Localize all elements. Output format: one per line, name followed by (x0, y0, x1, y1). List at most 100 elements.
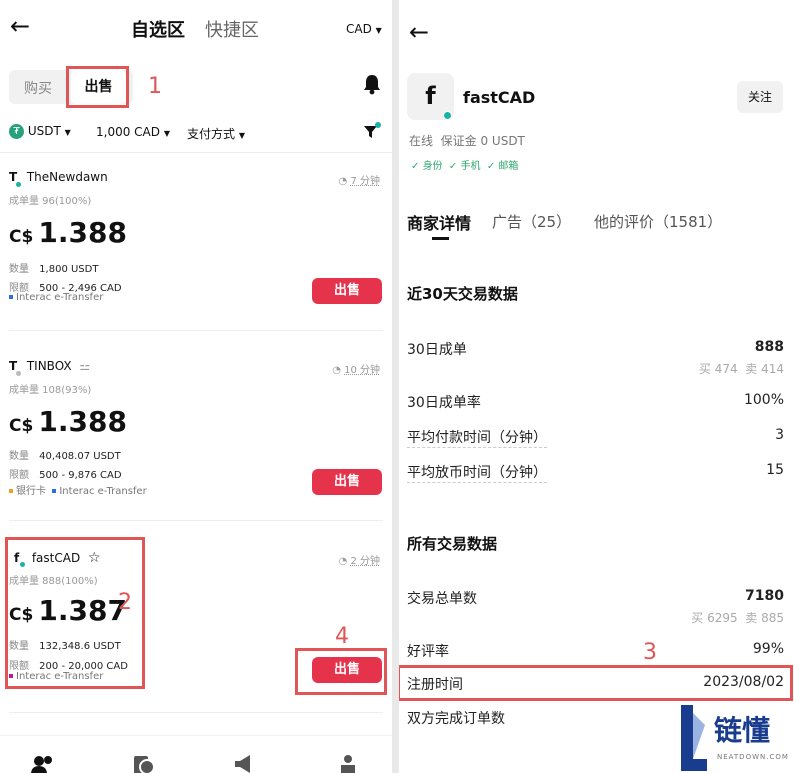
merchant-row: T TheNewdawn (9, 170, 108, 184)
completion-rate-value: 100% (743, 392, 784, 408)
verification-phone: 手机 (460, 161, 481, 172)
active-tab-indicator (432, 237, 449, 240)
payment-label: 银行卡 (16, 486, 46, 497)
limit-row: 限额 500 - 9,876 CAD (9, 463, 122, 482)
back-arrow-icon[interactable]: ← (10, 14, 30, 38)
orders-30d-value: 888 (754, 339, 784, 355)
right-screen: ← f fastCAD 关注 在线 保证金 0 USDT ✓ 身份 ✓ 手机 ✓… (399, 0, 794, 773)
back-arrow-icon[interactable]: ← (409, 20, 429, 44)
payment-filter[interactable]: 支付方式 ▼ (187, 125, 245, 142)
avg-release-time-label[interactable]: 平均放币时间（分钟） (407, 462, 547, 483)
mutual-orders-label: 双方完成订单数 (407, 711, 505, 727)
left-screen: ← 自选区 快捷区 CAD ▼ 购买 出售 1 ₮ USDT ▼ 1,000 C… (0, 0, 392, 773)
tab-quick[interactable]: 快捷区 (205, 16, 259, 42)
price-row: C$ 1.388 (9, 405, 127, 438)
avg-release-time-value: 15 (766, 462, 784, 478)
payment-filter-label: 支付方式 (187, 127, 236, 141)
sell-button[interactable]: 出售 (312, 469, 382, 495)
annotation-4: 4 (335, 624, 349, 649)
buy-tab[interactable]: 购买 (24, 78, 52, 98)
buy-count: 买 474 (698, 362, 738, 376)
divider (0, 152, 392, 153)
coin-filter-label: USDT (27, 124, 61, 138)
annotation-2: 2 (118, 590, 132, 615)
caret-down-icon: ▼ (64, 128, 71, 137)
price: 1.388 (38, 216, 127, 249)
megaphone-icon[interactable] (233, 754, 259, 773)
bottom-nav (0, 735, 392, 773)
annotation-3: 3 (643, 640, 657, 665)
verification-row: ✓ 身份 ✓ 手机 ✓ 邮箱 (411, 161, 519, 172)
bell-icon[interactable] (362, 73, 382, 95)
deposit-label: 保证金 0 USDT (440, 134, 525, 148)
caret-down-icon: ▼ (163, 129, 170, 138)
payment-methods: 银行卡 Interac e-Transfer (9, 482, 147, 497)
payment-dot (52, 489, 57, 493)
merchant-name[interactable]: TINBOX (27, 359, 72, 373)
merchant-name[interactable]: TheNewdawn (27, 170, 108, 184)
follow-button[interactable]: 关注 (737, 81, 783, 113)
orders-icon[interactable] (132, 754, 156, 773)
tab-ads[interactable]: 广告（25） (492, 211, 571, 232)
payment-label: Interac e-Transfer (16, 292, 104, 303)
divider (9, 712, 383, 713)
amount-filter-label: 1,000 CAD (96, 125, 160, 139)
quantity-value: 1,800 USDT (39, 264, 99, 275)
highlight-box-1 (66, 66, 129, 108)
orders-30d-breakdown: 买 474 卖 414 (699, 360, 784, 377)
verification-email: 邮箱 (498, 161, 519, 172)
avg-pay-time-label[interactable]: 平均付款时间（分钟） (407, 427, 547, 448)
payment-dot (9, 489, 13, 493)
annotation-1: 1 (148, 74, 162, 99)
payment-label: Interac e-Transfer (59, 486, 147, 497)
time-info: ◔ 2 分钟 (338, 556, 380, 567)
time-info: ◔ 10 分钟 (332, 365, 380, 376)
caret-down-icon: ▼ (238, 131, 245, 140)
registration-date-value: 2023/08/02 (703, 674, 784, 690)
watermark-en: NEATDOWN.COM (717, 753, 789, 761)
filter-icon[interactable] (362, 122, 382, 142)
payment-dot (9, 295, 13, 299)
watermark-logo-icon (681, 705, 707, 771)
quantity-row: 数量 1,800 USDT (9, 257, 98, 276)
watermark: 链懂 NEATDOWN.COM (681, 703, 794, 773)
total-orders-value: 7180 (745, 588, 784, 604)
registration-date-label: 注册时间 (407, 677, 463, 693)
currency-label: CAD (346, 22, 372, 36)
buy-count: 买 6295 (691, 611, 738, 625)
limit-label: 限额 (9, 470, 29, 481)
profile-icon[interactable] (338, 754, 358, 773)
quantity-label: 数量 (9, 451, 29, 462)
merchant-status-row: 在线 保证金 0 USDT (409, 132, 525, 149)
online-dot (443, 111, 452, 120)
tab-reviews[interactable]: 他的评价（1581） (594, 211, 722, 232)
coin-filter[interactable]: ₮ USDT ▼ (9, 124, 71, 139)
completion-rate-label: 30日成单率 (407, 395, 481, 411)
price-row: C$ 1.388 (9, 216, 127, 249)
section-30-title: 近30天交易数据 (407, 285, 518, 303)
total-orders-label: 交易总单数 (407, 591, 477, 607)
highlight-box-4 (295, 648, 387, 695)
sell-count: 卖 414 (745, 362, 784, 376)
ad-card[interactable]: T TheNewdawn ◔ 7 分钟 成单量 96(100%) C$ 1.38… (9, 170, 389, 310)
payment-method: Interac e-Transfer (9, 292, 103, 303)
currency-sign: C$ (9, 227, 34, 247)
caret-down-icon: ▼ (375, 26, 382, 35)
merchant-stats: 成单量 96(100%) (9, 196, 92, 207)
time-label: 10 分钟 (344, 365, 380, 376)
watermark-cn: 链懂 (714, 714, 771, 747)
tether-icon: ₮ (9, 124, 24, 139)
orders-30d-label: 30日成单 (407, 342, 467, 358)
amount-filter[interactable]: 1,000 CAD ▼ (96, 125, 170, 139)
tab-favorites[interactable]: 自选区 (131, 16, 185, 42)
tab-merchant-details[interactable]: 商家详情 (407, 210, 471, 234)
time-label: 7 分钟 (350, 176, 380, 187)
quantity-row: 数量 40,408.07 USDT (9, 444, 121, 463)
users-icon[interactable] (30, 754, 56, 773)
limit-value: 500 - 9,876 CAD (39, 470, 122, 481)
merchant-badge-icon: ⚍ (79, 359, 91, 373)
currency-selector[interactable]: CAD ▼ (346, 22, 382, 36)
sell-button[interactable]: 出售 (312, 278, 382, 304)
divider (9, 330, 383, 331)
ad-card[interactable]: T TINBOX ⚍ ◔ 10 分钟 成单量 108(93%) C$ 1.388… (9, 359, 389, 499)
